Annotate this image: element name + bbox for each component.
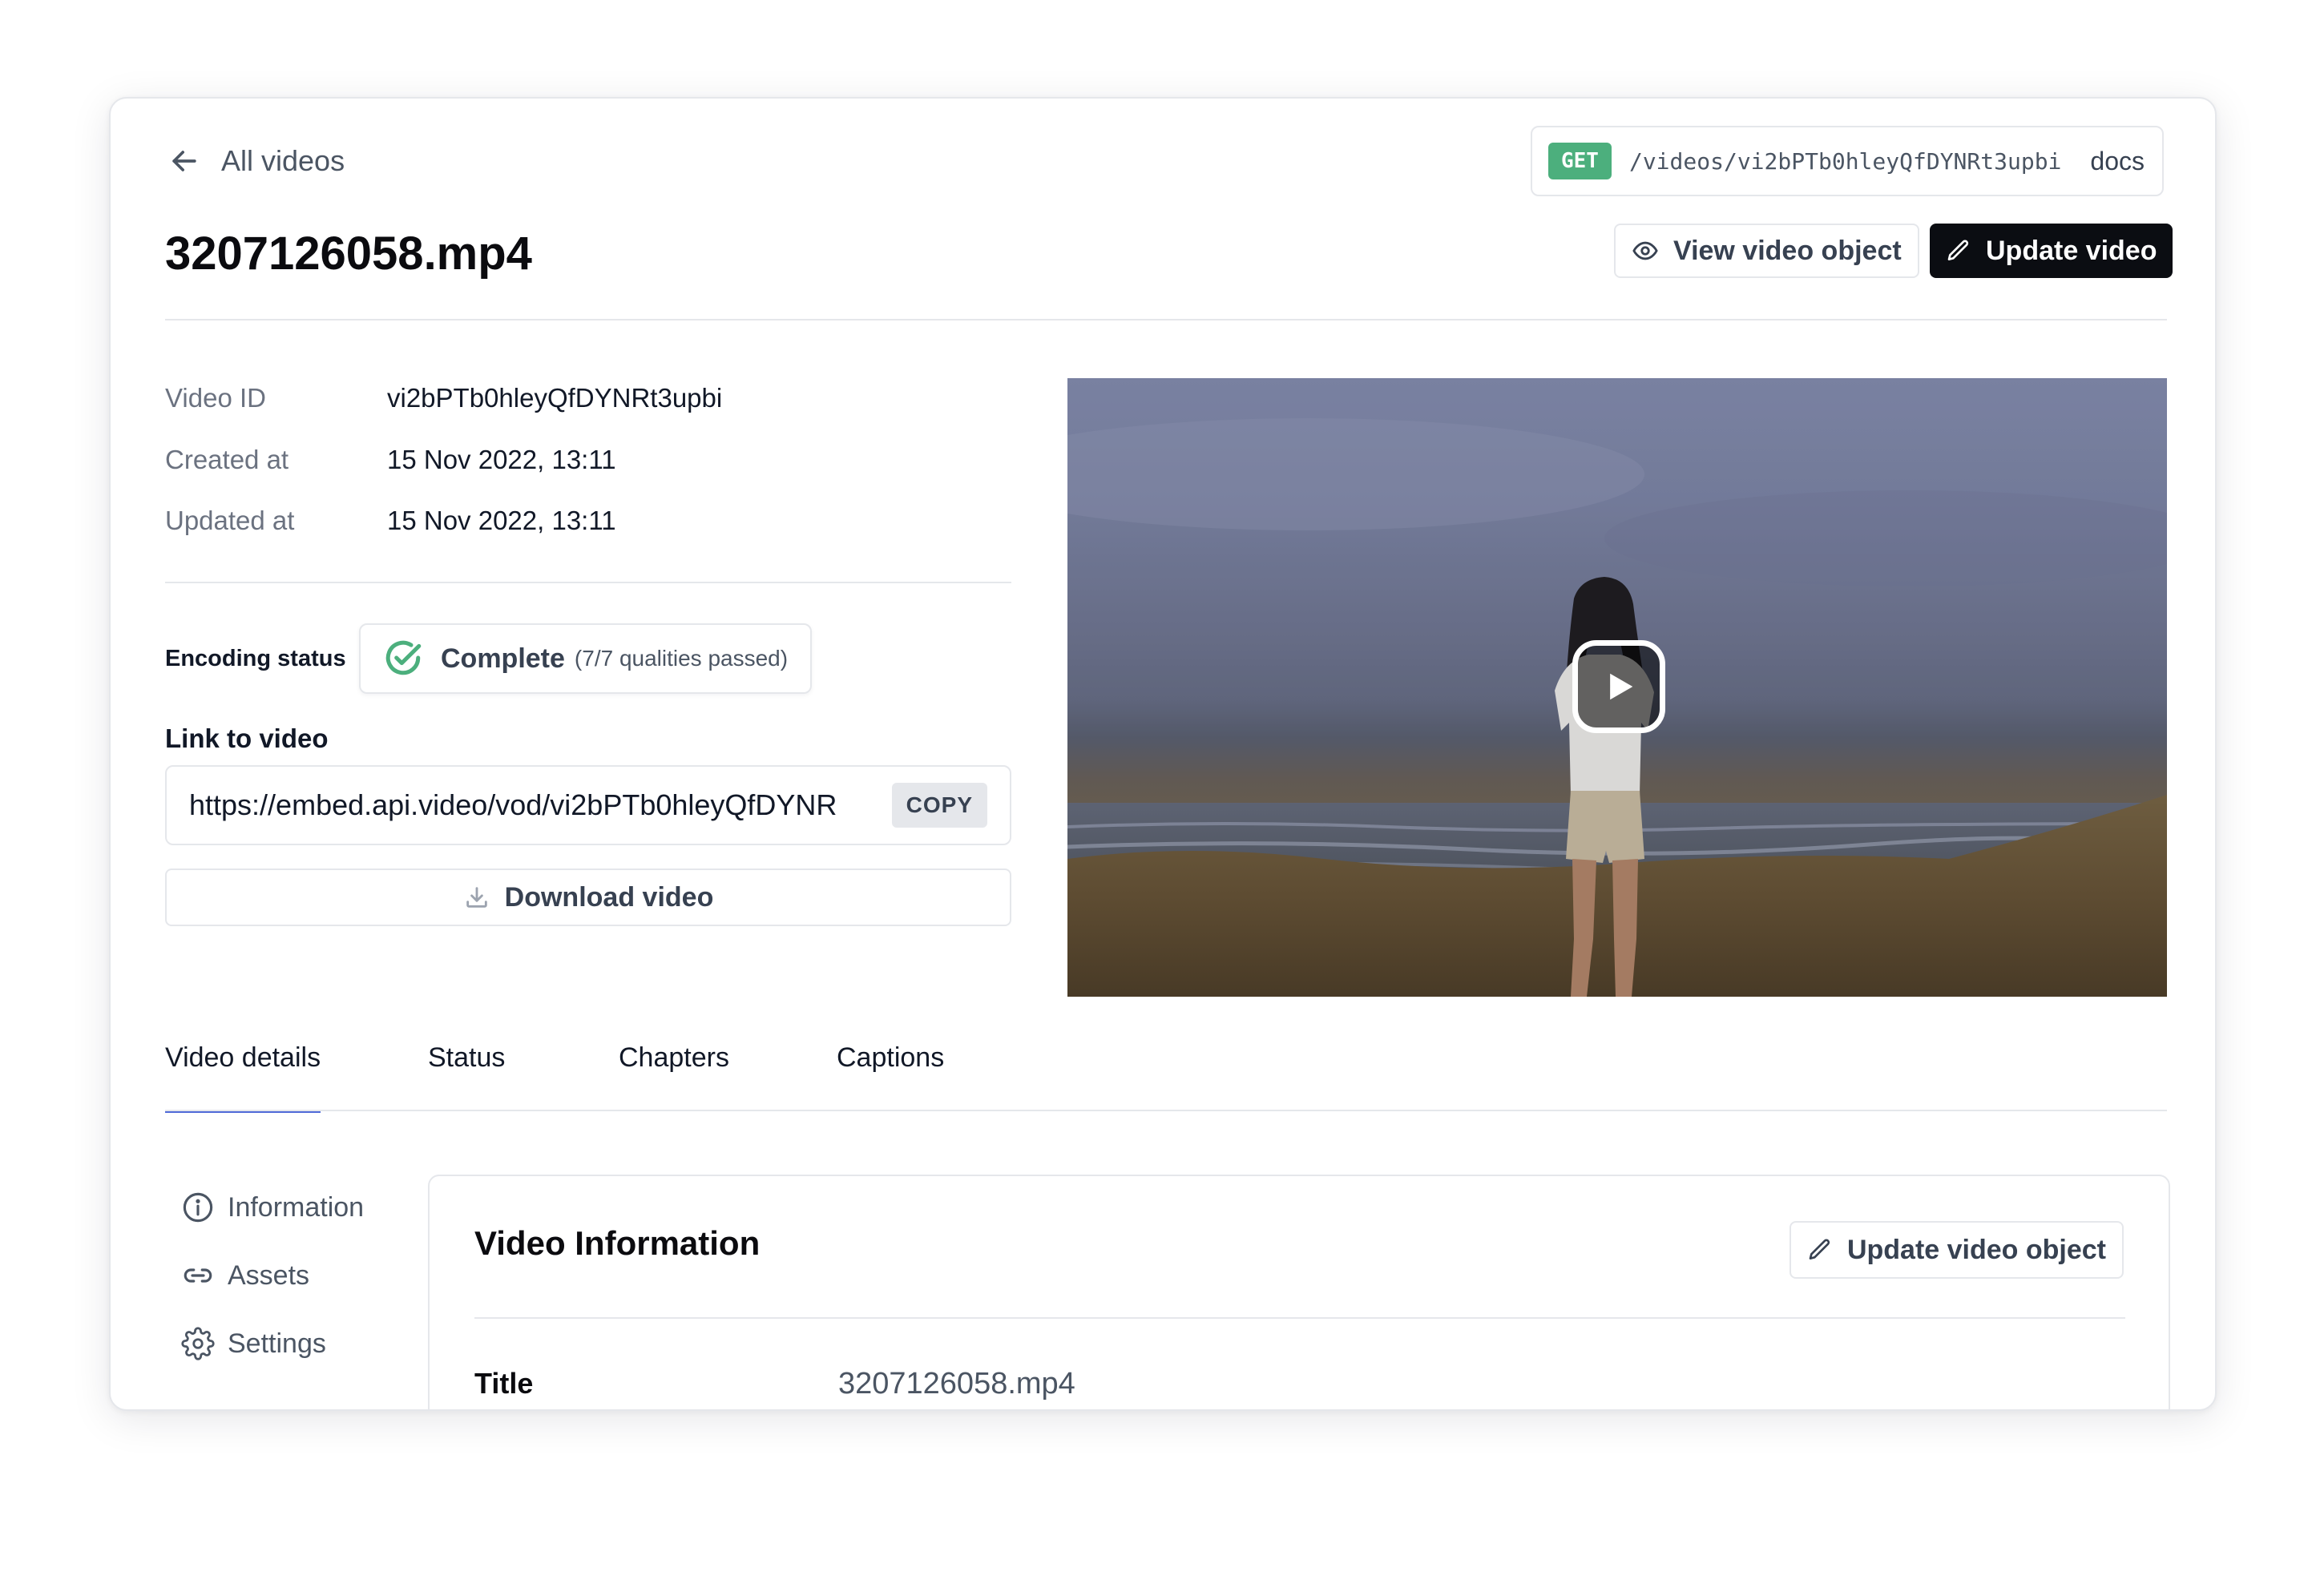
tab-video-details[interactable]: Video details: [165, 1042, 321, 1113]
info-icon: [183, 1192, 213, 1223]
info-row-label-title: Title: [474, 1367, 534, 1400]
info-row-value-title: 3207126058.mp4: [838, 1367, 1075, 1401]
tabs-divider: [165, 1110, 2167, 1111]
video-information-panel: Video Information Update video object Ti…: [428, 1175, 2170, 1409]
meta-value-updated-at: 15 Nov 2022, 13:11: [387, 506, 616, 535]
pencil-icon: [1947, 240, 1969, 260]
gear-icon: [181, 1327, 215, 1360]
link-to-video-label: Link to video: [165, 723, 329, 753]
update-video-object-button[interactable]: Update video object: [1789, 1221, 2124, 1279]
update-video-label: Update video: [1986, 235, 2157, 266]
sidebar-item-information[interactable]: Information: [181, 1191, 364, 1224]
meta-label-created-at: Created at: [165, 445, 289, 474]
pencil-icon: [1809, 1239, 1830, 1259]
meta-label-updated-at: Updated at: [165, 506, 295, 535]
sidebar-item-label: Information: [228, 1191, 365, 1223]
info-panel-title: Video Information: [474, 1224, 761, 1262]
back-link-label: All videos: [221, 144, 345, 177]
page-title: 3207126058.mp4: [165, 228, 532, 280]
docs-link[interactable]: docs: [2090, 147, 2145, 176]
check-circle-icon: [385, 640, 422, 675]
link-icon: [184, 1268, 212, 1283]
encoding-status-detail: (7/7 qualities passed): [574, 646, 789, 671]
update-video-object-label: Update video object: [1846, 1234, 2106, 1265]
play-icon: [1610, 673, 1633, 700]
video-detail-card: All videos GET /videos/vi2bPTb0hleyQfDYN…: [109, 97, 2217, 1411]
info-panel-divider: [474, 1317, 2125, 1319]
download-video-button[interactable]: Download video: [165, 869, 1011, 926]
header-divider: [165, 319, 2167, 320]
video-link-field[interactable]: https://embed.api.video/vod/vi2bPTb0hley…: [165, 765, 1011, 845]
tab-captions[interactable]: Captions: [837, 1042, 944, 1110]
video-player[interactable]: [1067, 378, 2167, 997]
meta-label-video-id: Video ID: [165, 383, 266, 413]
tab-chapters[interactable]: Chapters: [619, 1042, 729, 1110]
download-icon: [466, 887, 487, 908]
api-endpoint-chip: GET /videos/vi2bPTb0hleyQfDYNRt3upbi doc…: [1531, 126, 2164, 196]
meta-divider: [165, 582, 1011, 583]
sidebar-item-label: Assets: [228, 1259, 310, 1291]
sidebar-item-assets[interactable]: Assets: [181, 1259, 309, 1292]
meta-value-video-id: vi2bPTb0hleyQfDYNRt3upbi: [387, 383, 723, 413]
sidebar-item-settings[interactable]: Settings: [181, 1327, 326, 1360]
tab-status[interactable]: Status: [428, 1042, 505, 1110]
play-button[interactable]: [1572, 640, 1665, 733]
encoding-status-badge: Complete (7/7 qualities passed): [359, 623, 813, 694]
encoding-status-label: Encoding status: [165, 646, 346, 671]
endpoint-path: /videos/vi2bPTb0hleyQfDYNRt3upbi: [1628, 147, 2062, 175]
sidebar-item-label: Settings: [228, 1328, 326, 1359]
video-tabs: Video details Status Chapters Captions: [165, 1042, 2169, 1113]
view-video-object-button[interactable]: View video object: [1614, 224, 1919, 278]
view-video-object-label: View video object: [1673, 235, 1902, 266]
download-video-label: Download video: [504, 881, 714, 913]
copy-link-button[interactable]: COPY: [891, 783, 987, 828]
http-method-badge: GET: [1548, 143, 1612, 179]
meta-value-created-at: 15 Nov 2022, 13:11: [387, 445, 616, 474]
encoding-status-text: Complete: [441, 643, 565, 674]
eye-icon: [1632, 241, 1658, 260]
arrow-left-icon: [172, 151, 196, 171]
video-link-url: https://embed.api.video/vod/vi2bPTb0hley…: [189, 788, 837, 821]
back-to-all-videos-link[interactable]: All videos: [167, 143, 345, 179]
update-video-button[interactable]: Update video: [1930, 224, 2173, 278]
